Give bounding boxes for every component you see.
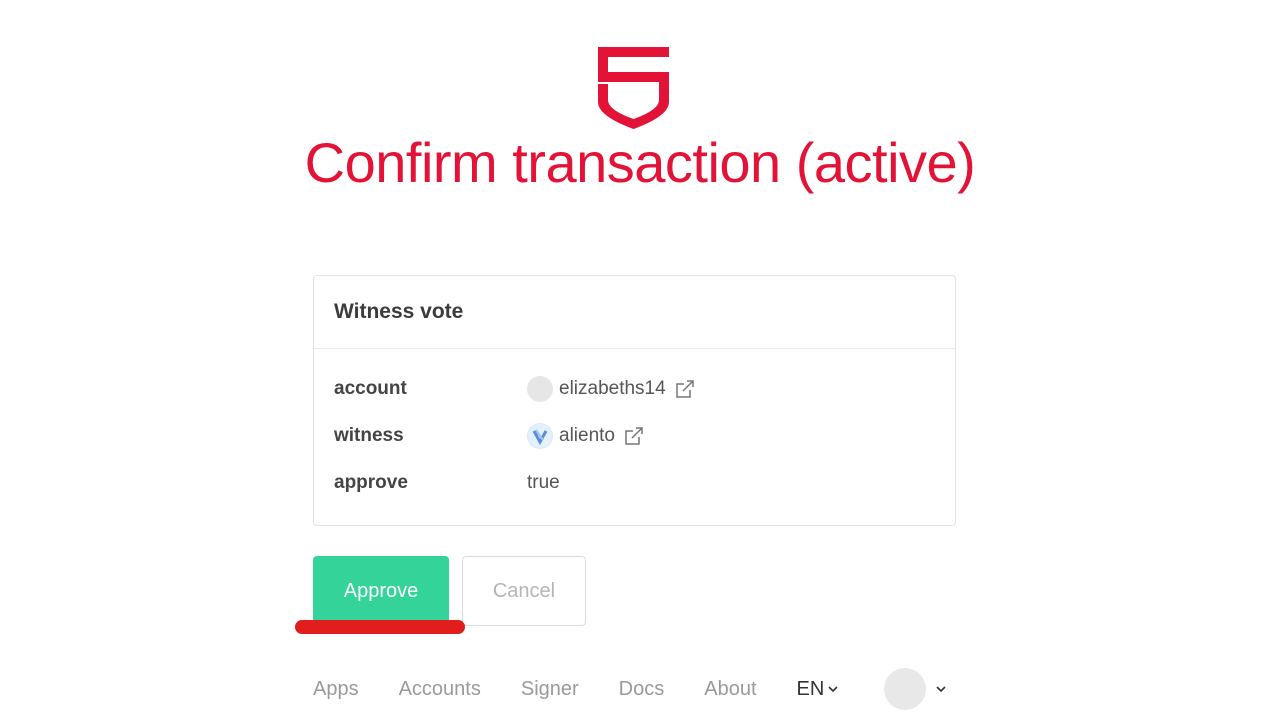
witness-name[interactable]: aliento [559,425,615,447]
account-avatar [527,375,553,402]
detail-row-approve: approve true [314,459,955,506]
operation-card-header: Witness vote [314,276,955,349]
user-avatar [884,668,927,710]
approve-button[interactable]: Approve [313,556,449,626]
footer-link-accounts[interactable]: Accounts [399,678,481,701]
user-menu[interactable] [884,668,946,710]
witness-avatar [527,422,553,449]
highlight-underline [295,620,465,634]
detail-row-witness: witness aliento [314,412,955,459]
approve-label: approve [334,471,408,493]
detail-row-account: account elizabeths14 [314,365,955,412]
witness-value: aliento [527,422,645,449]
approve-value: true [527,471,560,493]
footer-link-about[interactable]: About [704,678,756,701]
external-link-icon[interactable] [623,425,645,447]
footer-nav: Apps Accounts Signer Docs About EN [313,668,946,710]
shield-five-logo [598,47,669,129]
language-selector[interactable]: EN [797,678,839,701]
chevron-down-icon [936,682,946,696]
account-name[interactable]: elizabeths14 [559,378,666,400]
cancel-button[interactable]: Cancel [462,556,586,626]
footer-link-apps[interactable]: Apps [313,678,359,701]
account-value: elizabeths14 [527,375,696,402]
chevron-down-icon [828,682,838,696]
footer-link-signer[interactable]: Signer [521,678,579,701]
language-label: EN [796,677,825,700]
page: Confirm transaction (active) Witness vot… [0,0,1280,728]
witness-label: witness [334,424,404,446]
operation-title: Witness vote [334,300,464,323]
external-link-icon[interactable] [674,378,696,400]
page-title: Confirm transaction (active) [304,131,976,194]
account-label: account [334,377,407,399]
operation-details: account elizabeths14 witness aliento app… [314,349,955,506]
operation-card: Witness vote account elizabeths14 witnes… [313,275,956,526]
footer-link-docs[interactable]: Docs [619,678,665,701]
